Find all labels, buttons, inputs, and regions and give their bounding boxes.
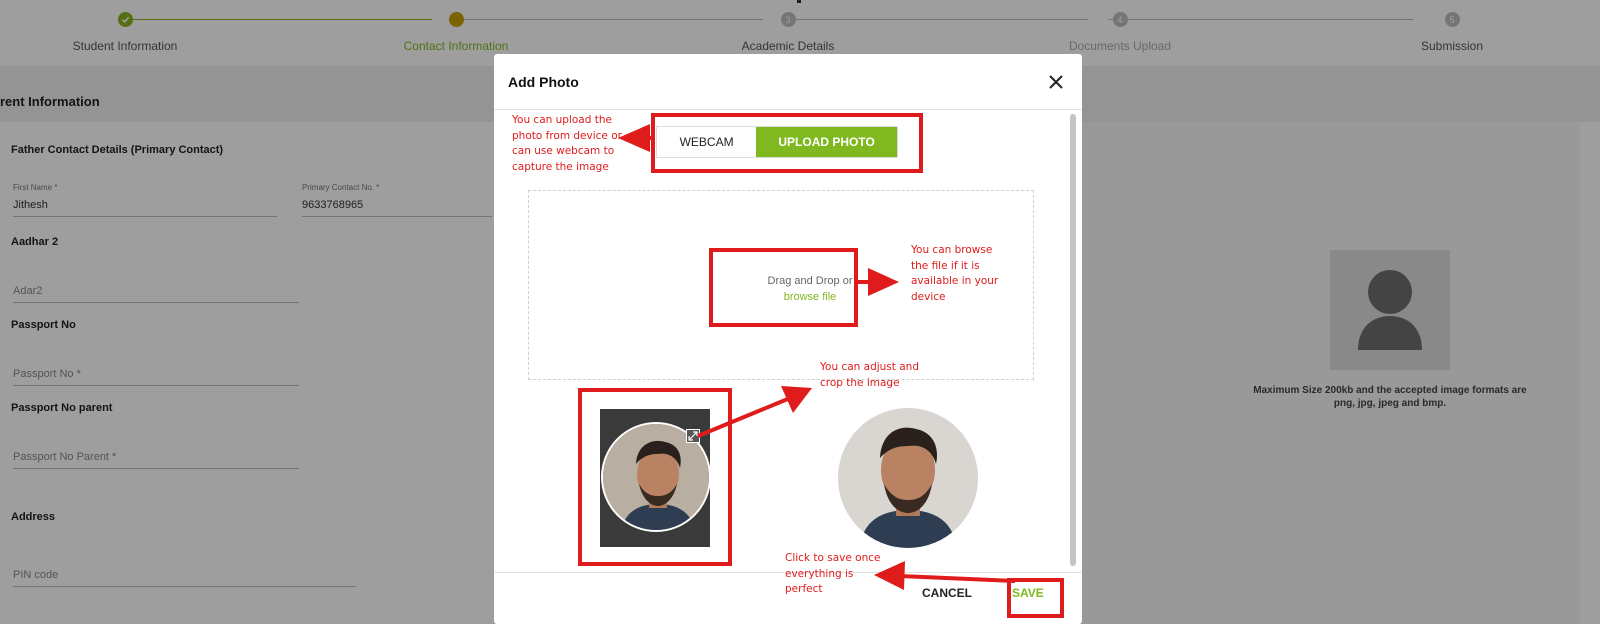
close-icon[interactable] <box>1044 70 1068 94</box>
crop-annotation: You can adjust and crop the image <box>820 361 919 389</box>
highlight-drop-zone-text <box>709 248 858 327</box>
highlight-crop-editor <box>578 388 732 566</box>
highlight-save-button <box>1007 578 1064 618</box>
modal-divider <box>494 109 1082 110</box>
cancel-button[interactable]: CANCEL <box>922 586 972 600</box>
browse-annotation: You can browse the file if it is availab… <box>911 244 999 303</box>
modal-scrollbar[interactable] <box>1070 114 1076 566</box>
modal-title: Add Photo <box>508 74 579 90</box>
photo-preview <box>838 408 978 548</box>
upload-annotation: You can upload the photo from device or … <box>512 114 622 173</box>
save-annotation: Click to save once everything is perfect <box>785 552 881 595</box>
highlight-source-toggle <box>651 113 923 173</box>
